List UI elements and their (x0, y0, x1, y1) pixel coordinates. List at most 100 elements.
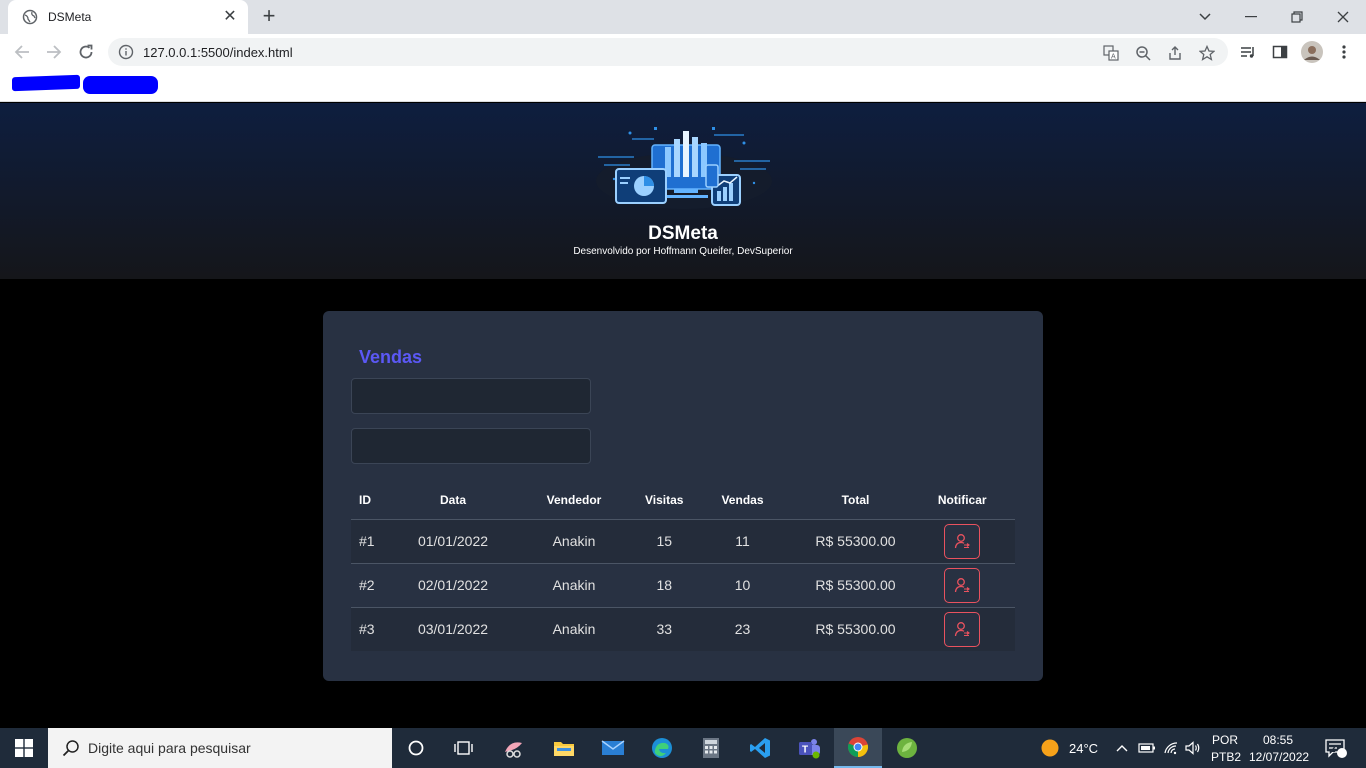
cell-id: #2 (351, 562, 403, 607)
back-button[interactable] (10, 40, 34, 64)
side-panel-icon[interactable] (1268, 40, 1292, 64)
cell-visits: 15 (645, 518, 684, 563)
redacted-bookmark[interactable] (12, 74, 80, 92)
cell-notify (909, 606, 1015, 651)
tray-expand-icon[interactable] (1112, 728, 1132, 768)
cell-notify (909, 562, 1015, 607)
restore-button[interactable] (1274, 0, 1320, 34)
cell-visits: 18 (645, 562, 684, 607)
cell-date: 02/01/2022 (403, 562, 503, 607)
windows-logo-icon (15, 739, 33, 757)
cortana-icon[interactable] (392, 728, 440, 768)
brand-title: DSMeta (648, 223, 718, 244)
notification-count: 2 (1330, 744, 1336, 755)
file-explorer-icon[interactable] (540, 728, 588, 768)
browser-toolbar: 127.0.0.1:5500/index.html A (0, 34, 1366, 70)
wifi-icon[interactable] (1160, 728, 1182, 768)
min-date-input[interactable] (351, 378, 591, 414)
globe-icon (22, 9, 38, 25)
spring-tool-icon[interactable] (883, 728, 931, 768)
info-icon[interactable] (118, 44, 134, 60)
page-header: DSMeta Desenvolvido por Hoffmann Queifer… (0, 103, 1366, 279)
column-header-deals: Vendas (721, 492, 764, 507)
address-bar[interactable]: 127.0.0.1:5500/index.html A (108, 38, 1228, 66)
cell-total: R$ 55300.00 (801, 518, 910, 563)
tab-search-icon[interactable] (1182, 0, 1228, 34)
cell-date: 03/01/2022 (403, 606, 503, 651)
zoom-out-icon[interactable] (1134, 44, 1152, 62)
minimize-button[interactable] (1228, 0, 1274, 34)
vscode-icon[interactable] (736, 728, 784, 768)
search-icon (62, 739, 80, 757)
chrome-icon[interactable] (834, 728, 882, 768)
sales-title: Vendas (359, 347, 423, 367)
battery-icon[interactable] (1136, 728, 1158, 768)
cell-total: R$ 55300.00 (801, 562, 910, 607)
notification-center-icon[interactable] (1316, 728, 1356, 768)
snip-sketch-icon[interactable] (490, 728, 538, 768)
windows-taskbar: Digite aqui para pesquisar T 24°C POR PT… (0, 728, 1366, 768)
column-header-total: Total (841, 492, 870, 507)
cell-seller: Anakin (503, 518, 645, 563)
table-row: #1 01/01/2022 Anakin 15 11 R$ 55300.00 (351, 518, 1015, 563)
column-header-visits: Visitas (645, 492, 684, 507)
clock-date[interactable]: 12/07/2022 (1249, 750, 1309, 764)
notify-button[interactable] (944, 611, 981, 647)
notify-button[interactable] (944, 567, 981, 603)
column-header-seller: Vendedor (546, 492, 602, 507)
weather-temp: 24°C (1069, 741, 1099, 756)
user-notify-icon (955, 578, 971, 593)
browser-tab[interactable]: DSMeta ✕ (8, 0, 248, 34)
mail-icon[interactable] (589, 728, 637, 768)
svg-text:A: A (1111, 54, 1116, 61)
table-header-row: ID Data Vendedor Visitas Vendas Total No… (351, 481, 1015, 519)
tab-title: DSMeta (48, 10, 92, 24)
cell-deals: 10 (683, 562, 802, 607)
brand-subtitle: Desenvolvido por Hoffmann Queifer, DevSu… (573, 246, 793, 257)
translate-icon[interactable]: A (1102, 44, 1120, 62)
new-tab-button[interactable]: + (258, 5, 280, 28)
share-icon[interactable] (1166, 44, 1184, 62)
user-notify-icon (955, 622, 971, 637)
cell-date: 01/01/2022 (403, 518, 503, 563)
calculator-icon[interactable] (687, 728, 735, 768)
sales-table: ID Data Vendedor Visitas Vendas Total No… (351, 481, 1015, 651)
cell-seller: Anakin (503, 562, 645, 607)
taskbar-search-box[interactable]: Digite aqui para pesquisar (48, 728, 392, 768)
cell-total: R$ 55300.00 (801, 606, 910, 651)
cell-notify (909, 518, 1015, 563)
bookmarks-bar (0, 70, 1366, 102)
cell-visits: 33 (645, 606, 684, 651)
language-code[interactable]: POR (1212, 733, 1238, 747)
redacted-bookmark[interactable] (83, 76, 158, 94)
max-date-input[interactable] (351, 428, 591, 464)
reload-button[interactable] (74, 40, 98, 64)
weather-icon[interactable] (1026, 728, 1074, 768)
menu-dots-icon[interactable] (1332, 40, 1356, 64)
close-tab-icon[interactable]: ✕ (222, 9, 238, 25)
keyboard-layout[interactable]: PTB2 (1211, 750, 1241, 764)
svg-text:T: T (802, 745, 808, 756)
teams-icon[interactable]: T (785, 728, 833, 768)
notify-button[interactable] (944, 523, 981, 559)
volume-icon[interactable] (1182, 728, 1204, 768)
url-text: 127.0.0.1:5500/index.html (143, 45, 293, 60)
column-header-notify: Notificar (937, 492, 987, 507)
cell-deals: 23 (683, 606, 802, 651)
user-notify-icon (955, 534, 971, 549)
start-button[interactable] (0, 728, 48, 768)
sales-card: Vendas ID Data Vendedor Visitas Vendas T… (323, 311, 1043, 681)
reading-list-icon[interactable] (1236, 40, 1260, 64)
cell-seller: Anakin (503, 606, 645, 651)
forward-button[interactable] (42, 40, 66, 64)
page-content: DSMeta Desenvolvido por Hoffmann Queifer… (0, 103, 1366, 728)
close-window-button[interactable] (1320, 0, 1366, 34)
table-row: #3 03/01/2022 Anakin 33 23 R$ 55300.00 (351, 606, 1015, 651)
clock-time[interactable]: 08:55 (1263, 733, 1293, 747)
column-header-date: Data (439, 492, 466, 507)
task-view-icon[interactable] (440, 728, 488, 768)
tab-strip: DSMeta ✕ + (0, 0, 1366, 34)
profile-avatar[interactable] (1300, 40, 1324, 64)
bookmark-star-icon[interactable] (1198, 44, 1216, 62)
edge-browser-icon[interactable] (638, 728, 686, 768)
